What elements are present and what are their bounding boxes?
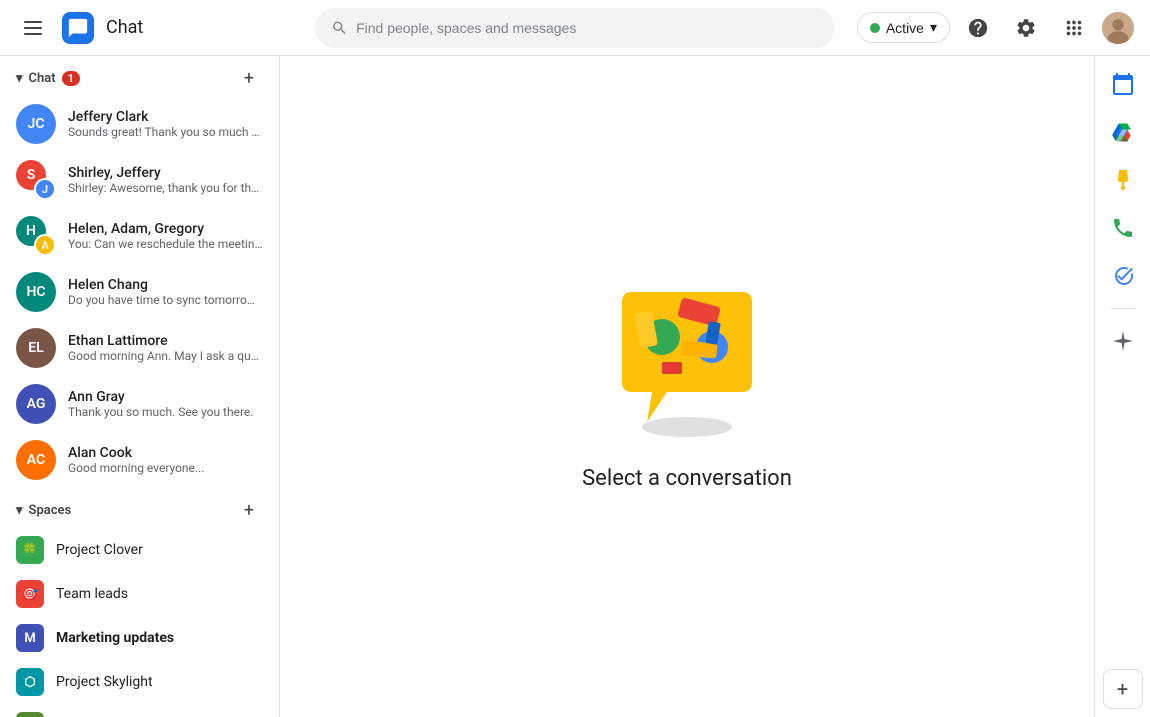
app-title: Chat (106, 17, 143, 38)
chat-preview: Sounds great! Thank you so much Ann! (68, 125, 263, 139)
calendar-icon-button[interactable] (1103, 64, 1143, 104)
avatar: JC (16, 104, 56, 144)
tasks-icon-button[interactable] (1103, 256, 1143, 296)
space-item-project-skylight[interactable]: ⬡ Project Skylight (0, 660, 279, 704)
chat-item-helen-chang[interactable]: HC Helen Chang Do you have time to sync … (0, 264, 279, 320)
right-divider (1111, 308, 1135, 309)
settings-button[interactable] (1006, 8, 1046, 48)
chat-item-helen-adam-gregory[interactable]: H A Helen, Adam, Gregory You: Can we res… (0, 208, 279, 264)
chat-preview: Good morning everyone... (68, 461, 263, 475)
add-app-button[interactable]: + (1103, 669, 1143, 709)
chat-preview: Do you have time to sync tomorrow mori..… (68, 293, 263, 307)
header-right: Active ▾ (854, 8, 1134, 48)
chat-item-alan-cook[interactable]: AC Alan Cook Good morning everyone... (0, 432, 279, 488)
avatar: HC (16, 272, 56, 312)
chat-info: Alan Cook Good morning everyone... (68, 445, 263, 475)
avatar: AG (16, 384, 56, 424)
space-icon: Y (16, 712, 44, 717)
hamburger-menu[interactable] (16, 9, 50, 47)
phone-icon-button[interactable] (1103, 208, 1143, 248)
apps-button[interactable] (1054, 8, 1094, 48)
chat-preview: Thank you so much. See you there. (68, 405, 263, 419)
space-icon: 🎯 (16, 580, 44, 608)
space-item-team-leads[interactable]: 🎯 Team leads (0, 572, 279, 616)
spaces-section-header: ▾ Spaces + (0, 488, 279, 528)
chat-name: Jeffery Clark (68, 109, 263, 125)
space-name: Marketing updates (56, 630, 174, 646)
space-item-project-clover[interactable]: 🍀 Project Clover (0, 528, 279, 572)
chat-name: Shirley, Jeffery (68, 165, 263, 181)
new-chat-button[interactable]: + (235, 64, 263, 92)
spaces-section-label: Spaces (29, 503, 72, 518)
header-left: Chat (16, 9, 296, 47)
spaces-list: 🍀 Project Clover 🎯 Team leads M Marketin… (0, 528, 279, 717)
right-sidebar: + (1094, 56, 1150, 717)
space-name: Team leads (56, 586, 128, 602)
chat-item-shirley-jeffery[interactable]: S J Shirley, Jeffery Shirley: Awesome, t… (0, 152, 279, 208)
chat-badge: 1 (62, 71, 80, 86)
chat-illustration (607, 282, 767, 442)
space-name: Project Clover (56, 542, 143, 558)
status-button[interactable]: Active ▾ (857, 12, 950, 43)
app-header: Chat Active ▾ (0, 0, 1150, 56)
avatar: AC (16, 440, 56, 480)
chat-list: JC Jeffery Clark Sounds great! Thank you… (0, 96, 279, 488)
spaces-section-chevron: ▾ (16, 503, 23, 518)
status-chevron: ▾ (930, 19, 937, 36)
header-center (296, 8, 854, 48)
chat-section-header: ▾ Chat 1 + (0, 56, 279, 96)
chat-section-chevron: ▾ (16, 71, 23, 86)
chat-info: Helen Chang Do you have time to sync tom… (68, 277, 263, 307)
status-label: Active (886, 20, 924, 36)
chat-item-ethan-lattimore[interactable]: EL Ethan Lattimore Good morning Ann. May… (0, 320, 279, 376)
space-item-marketing-updates[interactable]: M Marketing updates (0, 616, 279, 660)
chat-info: Helen, Adam, Gregory You: Can we resched… (68, 221, 263, 251)
chat-name: Helen Chang (68, 277, 263, 293)
chat-section-title[interactable]: ▾ Chat 1 (16, 71, 80, 86)
sidebar: ▾ Chat 1 + JC Jeffery Clark Sounds great… (0, 56, 280, 717)
chat-name: Ann Gray (68, 389, 263, 405)
space-icon: M (16, 624, 44, 652)
chat-item-jeffery-clark[interactable]: JC Jeffery Clark Sounds great! Thank you… (0, 96, 279, 152)
app-logo (62, 12, 94, 44)
chat-info: Ann Gray Thank you so much. See you ther… (68, 389, 263, 419)
chat-preview: Shirley: Awesome, thank you for the... (68, 181, 263, 195)
chat-name: Alan Cook (68, 445, 263, 461)
user-avatar[interactable] (1102, 12, 1134, 44)
chat-section-label: Chat (29, 71, 56, 86)
space-icon: ⬡ (16, 668, 44, 696)
status-indicator (870, 23, 880, 33)
avatar: EL (16, 328, 56, 368)
empty-state-label: Select a conversation (582, 466, 792, 491)
main-layout: ▾ Chat 1 + JC Jeffery Clark Sounds great… (0, 56, 1150, 717)
drive-icon-button[interactable] (1103, 112, 1143, 152)
chat-info: Ethan Lattimore Good morning Ann. May I … (68, 333, 263, 363)
chat-name: Helen, Adam, Gregory (68, 221, 263, 237)
search-icon (331, 19, 348, 37)
empty-state: Select a conversation (582, 282, 792, 491)
chat-info: Jeffery Clark Sounds great! Thank you so… (68, 109, 263, 139)
keep-icon-button[interactable] (1103, 160, 1143, 200)
avatar: S J (16, 160, 56, 200)
chat-name: Ethan Lattimore (68, 333, 263, 349)
gemini-icon-button[interactable] (1103, 321, 1143, 361)
main-content: Select a conversation (280, 56, 1094, 717)
chat-preview: You: Can we reschedule the meeting for..… (68, 237, 263, 251)
search-bar[interactable] (315, 8, 835, 48)
space-item-yoga-relaxation[interactable]: Y Yoga and Relaxation (0, 704, 279, 717)
chat-preview: Good morning Ann. May I ask a question? (68, 349, 263, 363)
chat-info: Shirley, Jeffery Shirley: Awesome, thank… (68, 165, 263, 195)
help-button[interactable] (958, 8, 998, 48)
space-name: Project Skylight (56, 674, 153, 690)
space-icon: 🍀 (16, 536, 44, 564)
spaces-section-title[interactable]: ▾ Spaces (16, 503, 71, 518)
new-space-button[interactable]: + (235, 496, 263, 524)
search-input[interactable] (356, 20, 819, 36)
chat-item-ann-gray[interactable]: AG Ann Gray Thank you so much. See you t… (0, 376, 279, 432)
avatar: H A (16, 216, 56, 256)
